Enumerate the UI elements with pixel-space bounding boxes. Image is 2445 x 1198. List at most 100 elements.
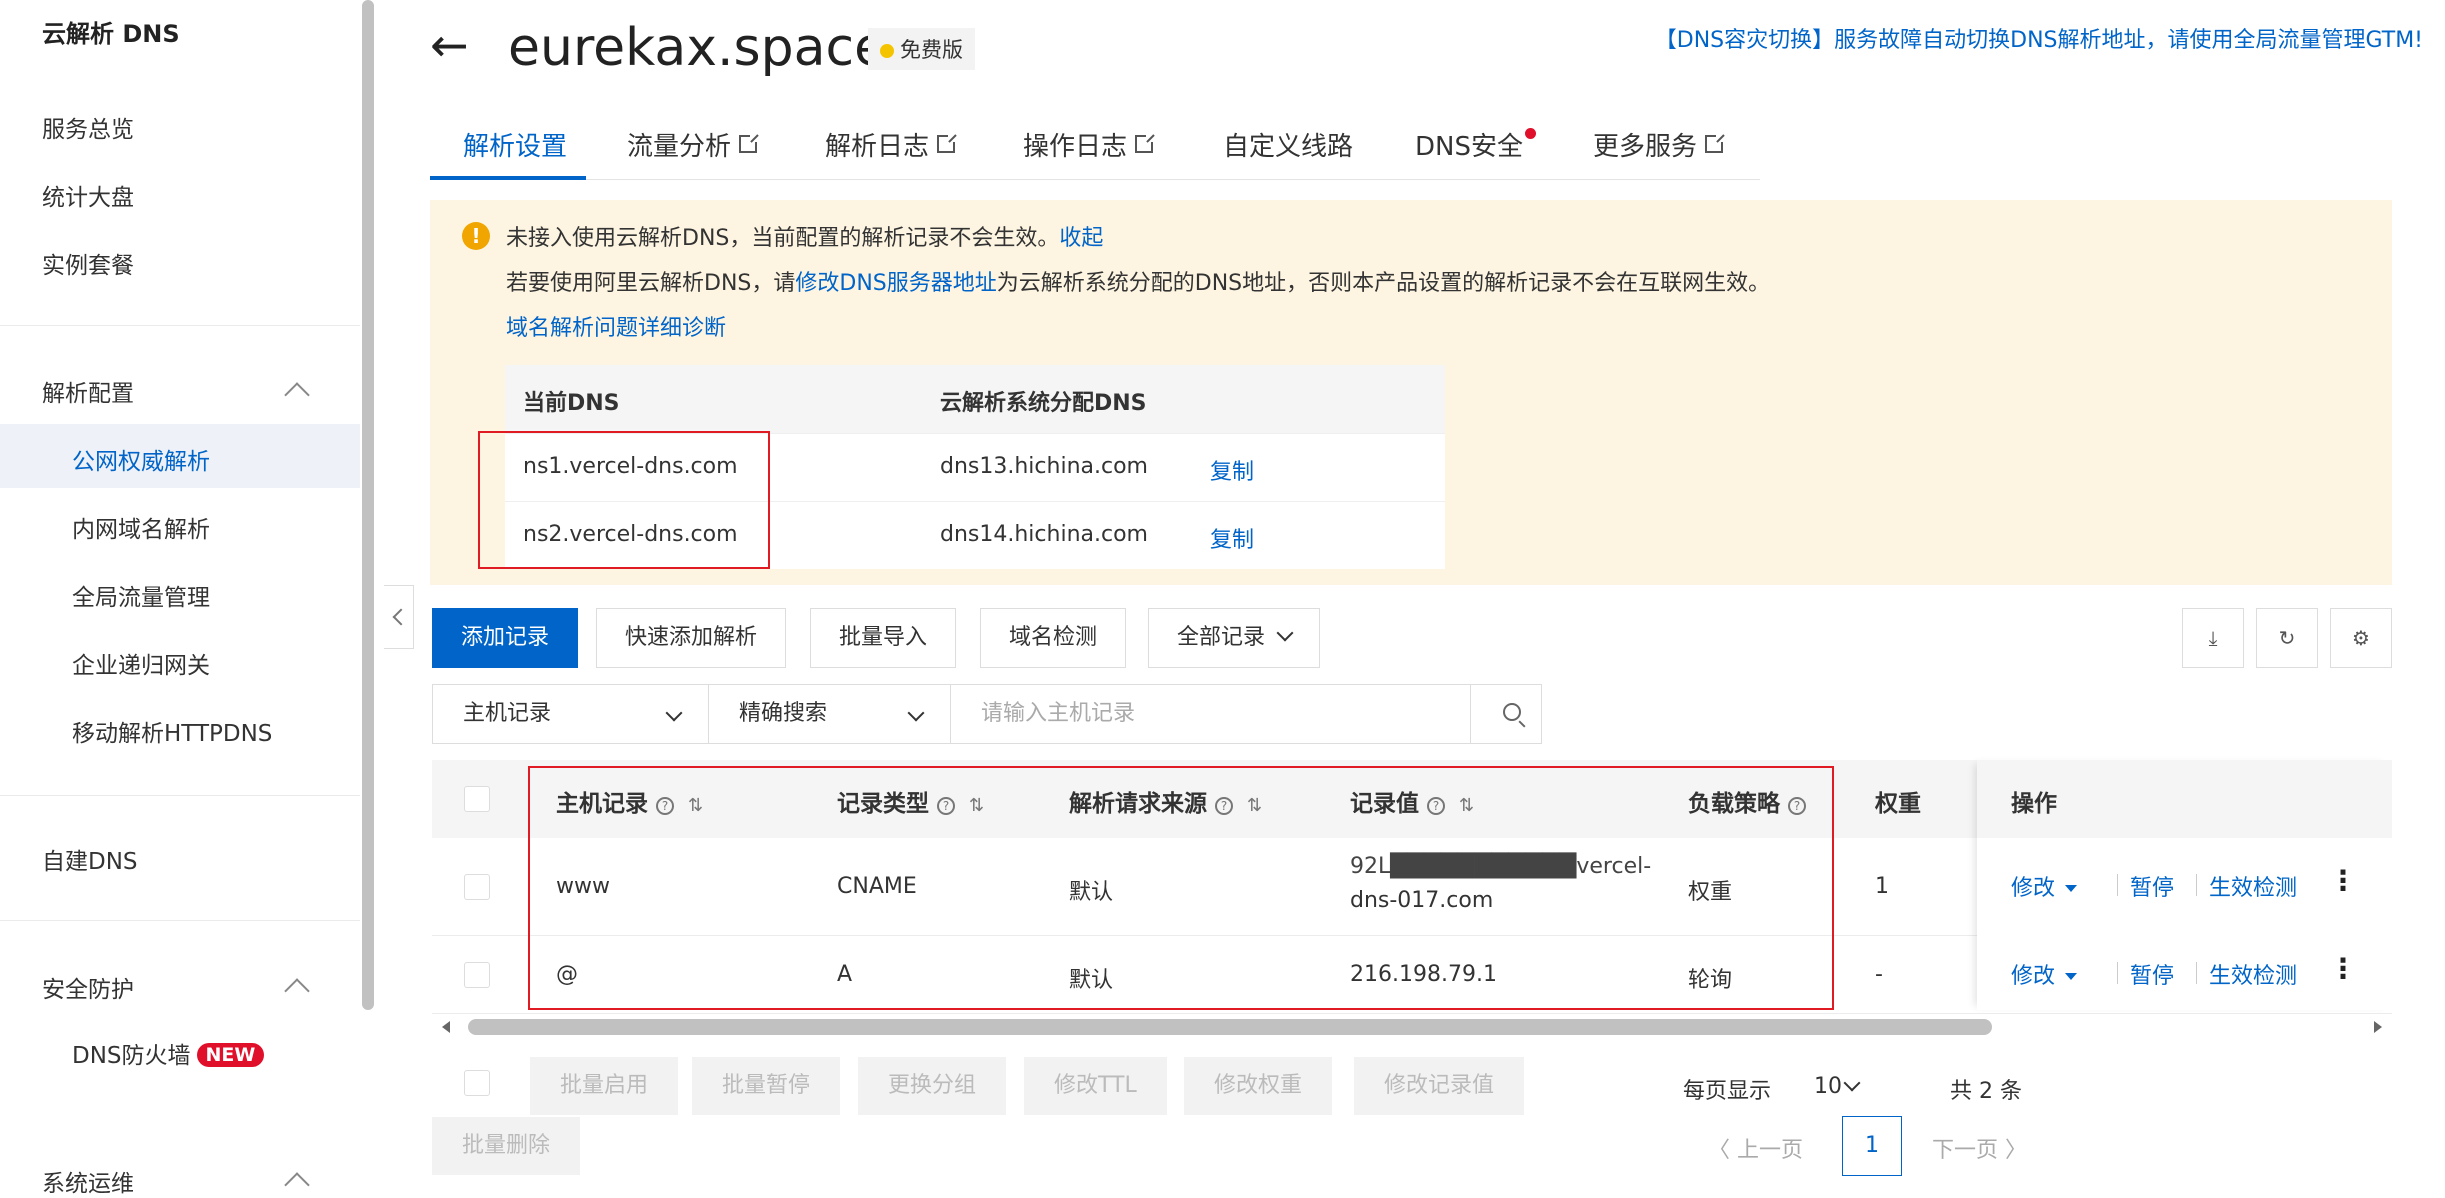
page-size-select[interactable]: 10 <box>1780 1063 1880 1111</box>
copy-link[interactable]: 复制 <box>1210 522 1254 554</box>
collapse-link[interactable]: 收起 <box>1059 226 1103 251</box>
select-value: 主机记录 <box>463 701 552 726</box>
copy-link[interactable]: 复制 <box>1210 454 1254 486</box>
table-header-row: 当前DNS 云解析系统分配DNS <box>505 365 1445 433</box>
search-mode-select[interactable]: 精确搜索 <box>709 685 951 743</box>
sidebar-scrollbar[interactable] <box>362 0 374 1010</box>
tab-operation-log[interactable]: 操作日志 <box>1023 126 1156 163</box>
edit-dropdown[interactable]: 修改 <box>2011 958 2078 990</box>
page-header: ← eurekax.space 免费版 【DNS容灾切换】服务故障自动切换DNS… <box>430 10 2445 80</box>
sidebar-item-self-dns[interactable]: 自建DNS <box>42 842 138 876</box>
domain-check-button[interactable]: 域名检测 <box>980 608 1127 668</box>
modify-dns-link[interactable]: 修改DNS服务器地址 <box>795 271 996 296</box>
more-actions-icon[interactable]: ⋮ <box>2329 864 2357 897</box>
sidebar-group-config[interactable]: 解析配置 <box>42 374 314 408</box>
tab-traffic-analysis[interactable]: 流量分析 <box>627 126 760 163</box>
batch-enable-button[interactable]: 批量启用 <box>530 1057 679 1115</box>
notice-line-2: 若要使用阿里云解析DNS，请修改DNS服务器地址为云解析系统分配的DNS地址，否… <box>506 265 1770 297</box>
row-checkbox[interactable] <box>464 874 490 900</box>
plan-badge: 免费版 <box>868 28 975 70</box>
refresh-icon[interactable]: ↻ <box>2256 608 2318 668</box>
sidebar-item-recursive-gateway[interactable]: 企业递归网关 <box>72 646 210 680</box>
effect-check-link[interactable]: 生效检测 <box>2209 958 2297 990</box>
sidebar-item-instances[interactable]: 实例套餐 <box>42 246 134 280</box>
quick-add-button[interactable]: 快速添加解析 <box>596 608 787 668</box>
sidebar-item-public-dns[interactable]: 公网权威解析 <box>72 442 210 476</box>
back-arrow-icon[interactable]: ← <box>430 22 469 68</box>
tab-record-settings[interactable]: 解析设置 <box>463 126 567 163</box>
search-input[interactable]: 请输入主机记录 <box>951 685 1471 743</box>
tab-custom-lines[interactable]: 自定义线路 <box>1223 126 1353 163</box>
tab-more-services[interactable]: 更多服务 <box>1593 126 1726 163</box>
batch-import-button[interactable]: 批量导入 <box>810 608 957 668</box>
prev-page-button[interactable]: 〈 上一页 <box>1708 1132 1803 1164</box>
total-count: 共 2 条 <box>1950 1079 2022 1104</box>
pause-link[interactable]: 暂停 <box>2130 870 2174 902</box>
select-all-checkbox[interactable] <box>464 786 490 812</box>
sidebar-group-label: 系统运维 <box>42 1171 134 1197</box>
diagnose-link[interactable]: 域名解析问题详细诊断 <box>506 310 726 342</box>
modify-value-button[interactable]: 修改记录值 <box>1354 1057 1525 1115</box>
nav-label: 下一页 <box>1932 1138 1999 1163</box>
settings-gear-icon[interactable]: ⚙ <box>2330 608 2392 668</box>
chevron-down-icon <box>1843 1074 1861 1092</box>
chevron-up-icon <box>284 1172 310 1198</box>
scroll-thumb[interactable] <box>468 1019 1992 1035</box>
plan-icon <box>880 44 894 58</box>
next-page-button[interactable]: 下一页 〉 <box>1932 1132 2027 1164</box>
effect-check-link[interactable]: 生效检测 <box>2209 870 2297 902</box>
add-record-button[interactable]: 添加记录 <box>432 608 579 668</box>
select-value: 精确搜索 <box>739 701 828 726</box>
page-1-button[interactable]: 1 <box>1842 1116 1902 1176</box>
horizontal-scrollbar[interactable] <box>432 1016 2392 1038</box>
sidebar-group-ops[interactable]: 系统运维 <box>42 1164 314 1198</box>
sidebar-title: 云解析 DNS <box>42 20 180 48</box>
caret-down-icon <box>2065 885 2078 892</box>
download-icon[interactable]: ⤓ <box>2182 608 2244 668</box>
sidebar-item-httpdns[interactable]: 移动解析HTTPDNS <box>72 714 272 748</box>
highlight-box <box>478 431 770 569</box>
active-tab-indicator <box>430 176 586 180</box>
external-link-icon <box>739 133 760 153</box>
gtm-promo-link[interactable]: 【DNS容灾切换】服务故障自动切换DNS解析地址，请使用全局流量管理GTM! <box>1655 22 2423 54</box>
search-icon[interactable] <box>1503 703 1521 721</box>
tab-label: 操作日志 <box>1023 132 1128 162</box>
pause-link[interactable]: 暂停 <box>2130 958 2174 990</box>
assigned-dns: dns14.hichina.com <box>940 522 1148 547</box>
more-actions-icon[interactable]: ⋮ <box>2329 952 2357 985</box>
tab-bar: 解析设置 流量分析 解析日志 操作日志 自定义线路 DNS安全 更多服务 <box>430 110 1760 180</box>
sidebar-divider <box>0 325 360 326</box>
sidebar-item-gtm[interactable]: 全局流量管理 <box>72 578 210 612</box>
edit-dropdown[interactable]: 修改 <box>2011 870 2078 902</box>
scroll-right-icon[interactable] <box>2374 1021 2382 1033</box>
batch-pause-button[interactable]: 批量暂停 <box>692 1057 841 1115</box>
chevron-down-icon <box>665 704 683 722</box>
external-link-icon <box>1135 133 1156 153</box>
row-checkbox[interactable] <box>464 962 490 988</box>
all-records-dropdown[interactable]: 全部记录 <box>1148 608 1321 668</box>
sidebar-item-overview[interactable]: 服务总览 <box>42 110 134 144</box>
change-group-button[interactable]: 更换分组 <box>858 1057 1007 1115</box>
sidebar-group-label: 解析配置 <box>42 381 134 407</box>
scroll-left-icon[interactable] <box>442 1021 450 1033</box>
chevron-down-icon <box>907 704 925 722</box>
modify-weight-button[interactable]: 修改权重 <box>1184 1057 1333 1115</box>
notice-text: 为云解析系统分配的DNS地址，否则本产品设置的解析记录不会在互联网生效。 <box>996 271 1771 296</box>
divider <box>2117 874 2118 896</box>
modify-ttl-button[interactable]: 修改TTL <box>1024 1057 1167 1115</box>
notice-text: 未接入使用云解析DNS，当前配置的解析记录不会生效。 <box>506 226 1060 251</box>
sidebar-collapse-button[interactable] <box>384 585 414 649</box>
batch-checkbox[interactable] <box>464 1070 490 1096</box>
sidebar-item-private-dns[interactable]: 内网域名解析 <box>72 510 210 544</box>
external-link-icon <box>937 133 958 153</box>
search-field-select[interactable]: 主机记录 <box>433 685 709 743</box>
tab-resolution-log[interactable]: 解析日志 <box>825 126 958 163</box>
divider <box>2196 874 2197 896</box>
batch-delete-button[interactable]: 批量删除 <box>432 1117 581 1175</box>
assigned-dns: dns13.hichina.com <box>940 454 1148 479</box>
sidebar-group-security[interactable]: 安全防护 <box>42 970 314 1004</box>
sidebar-item-stats[interactable]: 统计大盘 <box>42 178 134 212</box>
sidebar-item-firewall[interactable]: DNS防火墙 NEW <box>72 1036 265 1070</box>
tab-dns-security[interactable]: DNS安全 <box>1415 126 1536 163</box>
external-link-icon <box>1705 133 1726 153</box>
